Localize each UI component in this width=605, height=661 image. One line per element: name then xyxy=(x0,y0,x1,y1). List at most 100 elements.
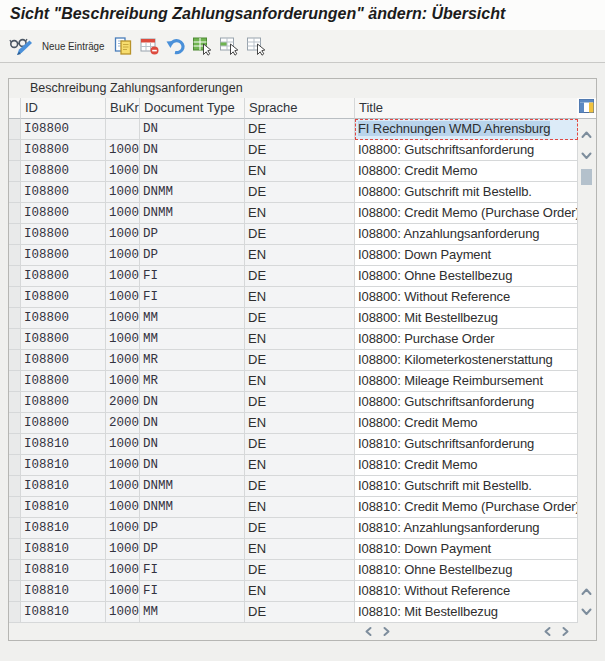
select-all-button[interactable] xyxy=(192,30,214,62)
cell-document-type: DN xyxy=(140,413,245,434)
copy-as-button[interactable] xyxy=(113,30,133,62)
row-selector[interactable] xyxy=(9,581,21,602)
cell-title[interactable]: I08800: Purchase Order xyxy=(355,329,578,350)
row-selector[interactable] xyxy=(9,161,21,182)
cell-title[interactable]: I08810: Credit Memo (Purchase Order) xyxy=(355,497,578,518)
cell-title[interactable]: I08800: Gutschriftsanforderung xyxy=(355,140,578,161)
cell-title[interactable]: I08800: Credit Memo xyxy=(355,161,578,182)
row-selector[interactable] xyxy=(9,245,21,266)
table-caption: Beschreibung Zahlungsanforderungen xyxy=(9,79,596,98)
vertical-scrollbar[interactable] xyxy=(577,79,596,640)
table-header-row: IDBuKrDocument TypeSpracheTitle xyxy=(9,98,578,119)
delete-entry-button[interactable] xyxy=(139,30,160,62)
row-selector[interactable] xyxy=(9,182,21,203)
cell-id: I08810 xyxy=(21,560,106,581)
cell-id: I08810 xyxy=(21,497,106,518)
cell-title[interactable]: I08800: Mileage Reimbursement xyxy=(355,371,578,392)
cell-title[interactable]: I08800: Anzahlungsanforderung xyxy=(355,224,578,245)
cell-title[interactable]: I08800: Gutschriftsanforderung xyxy=(355,392,578,413)
row-selector[interactable] xyxy=(9,539,21,560)
table-row: I088001000FIDEI08800: Ohne Bestellbezug xyxy=(9,266,578,287)
cell-title[interactable]: I08800: Kilometerkostenerstattung xyxy=(355,350,578,371)
cell-title[interactable]: FI Rechnungen WMD Ahrensburg xyxy=(355,119,578,140)
cell-document-type: DNMM xyxy=(140,182,245,203)
cell-title[interactable]: I08800: Without Reference xyxy=(355,287,578,308)
row-selector[interactable] xyxy=(9,224,21,245)
cell-sprache: EN xyxy=(245,539,355,560)
cell-document-type: MR xyxy=(140,350,245,371)
cell-title[interactable]: I08810: Gutschrift mit Bestellb. xyxy=(355,476,578,497)
row-selector[interactable] xyxy=(9,287,21,308)
cell-id: I08810 xyxy=(21,455,106,476)
row-selector[interactable] xyxy=(9,329,21,350)
column-header-title[interactable]: Title xyxy=(355,98,578,119)
cell-id: I08810 xyxy=(21,581,106,602)
scroll-up-bottom-icon[interactable] xyxy=(580,587,593,596)
scroll-left-icon[interactable] xyxy=(364,626,373,637)
cell-sprache: EN xyxy=(245,329,355,350)
cell-sprache: DE xyxy=(245,350,355,371)
table-row: I088001000DNMMENI08800: Credit Memo (Pur… xyxy=(9,203,578,224)
row-selector[interactable] xyxy=(9,392,21,413)
row-selector[interactable] xyxy=(9,266,21,287)
select-block-button[interactable] xyxy=(219,30,241,62)
cell-title[interactable]: I08810: Ohne Bestellbezug xyxy=(355,560,578,581)
cell-title[interactable]: I08800: Ohne Bestellbezug xyxy=(355,266,578,287)
cell-sprache: DE xyxy=(245,266,355,287)
cell-title[interactable]: I08800: Mit Bestellbezug xyxy=(355,308,578,329)
cell-title[interactable]: I08810: Down Payment xyxy=(355,539,578,560)
scroll-right-icon2[interactable] xyxy=(561,626,570,637)
table-row: I088101000DPENI08810: Down Payment xyxy=(9,539,578,560)
scroll-left-icon2[interactable] xyxy=(543,626,552,637)
cell-id: I08800 xyxy=(21,266,106,287)
cell-title[interactable]: I08810: Without Reference xyxy=(355,581,578,602)
table-row: I088101000DNENI08810: Credit Memo xyxy=(9,455,578,476)
table-settings-button[interactable] xyxy=(577,98,596,119)
table-row: I088101000DNMMDEI08810: Gutschrift mit B… xyxy=(9,476,578,497)
cell-title[interactable]: I08810: Gutschriftsanforderung xyxy=(355,434,578,455)
row-selector[interactable] xyxy=(9,140,21,161)
column-header-sprache[interactable]: Sprache xyxy=(245,98,355,119)
display-change-button[interactable] xyxy=(9,30,33,62)
cell-bukr: 1000 xyxy=(106,371,140,392)
cell-sprache: DE xyxy=(245,560,355,581)
row-selector[interactable] xyxy=(9,308,21,329)
row-selector[interactable] xyxy=(9,476,21,497)
vertical-scroll-thumb[interactable] xyxy=(581,169,592,185)
row-selector[interactable] xyxy=(9,350,21,371)
cell-document-type: DN xyxy=(140,392,245,413)
cell-title[interactable]: I08800: Credit Memo (Purchase Order) xyxy=(355,203,578,224)
cell-title[interactable]: I08810: Mit Bestellbezug xyxy=(355,602,578,623)
undo-button[interactable] xyxy=(165,30,186,62)
column-header-document-type[interactable]: Document Type xyxy=(140,98,245,119)
cell-title[interactable]: I08800: Gutschrift mit Bestellb. xyxy=(355,182,578,203)
scroll-down-bottom-icon[interactable] xyxy=(580,607,593,616)
row-selector[interactable] xyxy=(9,119,21,140)
deselect-all-button[interactable] xyxy=(246,30,268,62)
new-entries-label: Neue Einträge xyxy=(42,40,105,52)
row-selector[interactable] xyxy=(9,203,21,224)
row-selector[interactable] xyxy=(9,518,21,539)
scroll-up-icon[interactable] xyxy=(580,130,593,139)
cell-title[interactable]: I08810: Credit Memo xyxy=(355,455,578,476)
new-entries-button[interactable]: Neue Einträge xyxy=(42,30,116,62)
cell-title[interactable]: I08810: Anzahlungsanforderung xyxy=(355,518,578,539)
select-all-column-header[interactable] xyxy=(9,98,21,119)
column-header-bukr[interactable]: BuKr xyxy=(106,98,140,119)
table-row: I088001000DNENI08800: Credit Memo xyxy=(9,161,578,182)
cell-sprache: DE xyxy=(245,392,355,413)
row-selector[interactable] xyxy=(9,560,21,581)
scroll-right-icon[interactable] xyxy=(382,626,391,637)
column-header-id[interactable]: ID xyxy=(21,98,106,119)
row-selector[interactable] xyxy=(9,371,21,392)
row-selector[interactable] xyxy=(9,497,21,518)
row-selector[interactable] xyxy=(9,602,21,623)
row-selector[interactable] xyxy=(9,413,21,434)
row-selector[interactable] xyxy=(9,434,21,455)
cell-id: I08800 xyxy=(21,119,106,140)
cell-title[interactable]: I08800: Down Payment xyxy=(355,245,578,266)
table-row: I088101000MMDEI08810: Mit Bestellbezug xyxy=(9,602,578,623)
row-selector[interactable] xyxy=(9,455,21,476)
scroll-down-icon[interactable] xyxy=(580,151,593,160)
cell-title[interactable]: I08800: Credit Memo xyxy=(355,413,578,434)
